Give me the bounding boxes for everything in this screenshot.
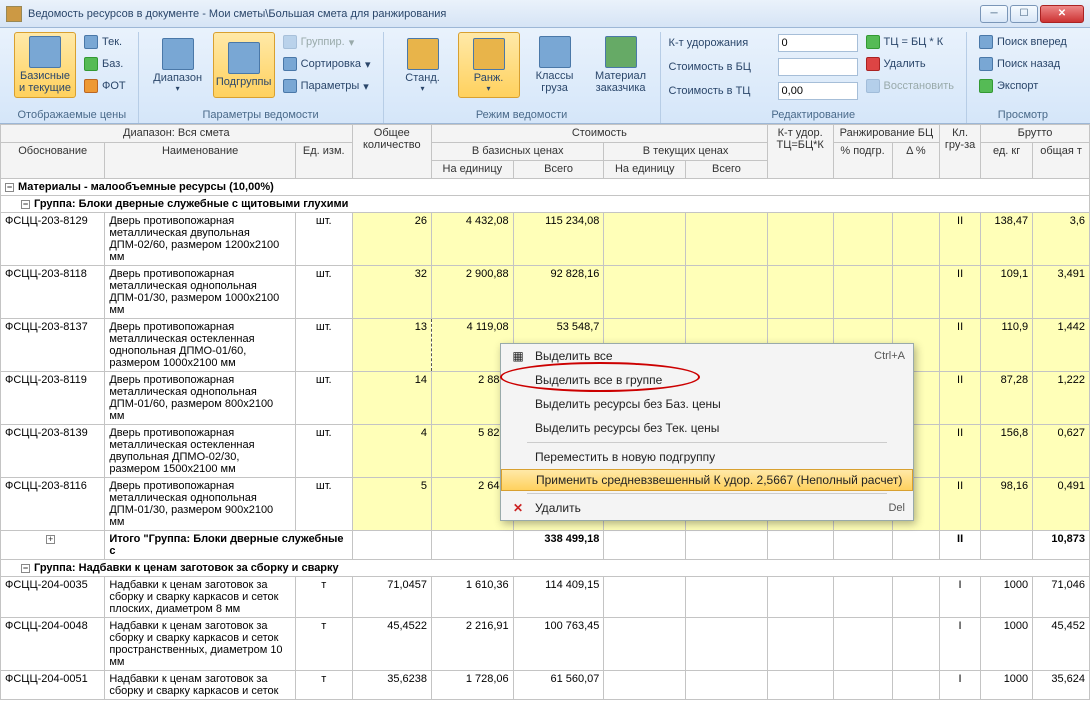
cost-bc-input[interactable] <box>778 58 858 76</box>
base-current-button[interactable]: Базисные и текущие <box>14 32 76 98</box>
table-row[interactable]: ФСЦЦ-204-0048Надбавки к ценам заготовок … <box>1 618 1090 671</box>
cost-tc-input[interactable] <box>778 82 858 100</box>
search-back-button[interactable]: Поиск назад <box>975 54 1071 74</box>
window-title: Ведомость ресурсов в документе - Мои сме… <box>28 8 980 20</box>
ribbon: Базисные и текущие Тек. Баз. ФОТ Отображ… <box>0 28 1090 124</box>
maximize-button[interactable]: ☐ <box>1010 5 1038 23</box>
sort-button[interactable]: Сортировка ▾ <box>279 54 375 74</box>
ctx-select-all-group[interactable]: Выделить все в группе <box>501 368 913 392</box>
restore-button[interactable]: Восстановить <box>862 76 958 96</box>
table-row[interactable]: ФСЦЦ-203-8129Дверь противопожарная метал… <box>1 213 1090 266</box>
delete-button[interactable]: Удалить <box>862 54 958 74</box>
tc-formula-button[interactable]: ТЦ = БЦ * К <box>862 32 958 52</box>
ctx-select-no-cur[interactable]: Выделить ресурсы без Тек. цены <box>501 416 913 440</box>
ctx-apply-kudor[interactable]: Применить средневзвешенный К удор. 2,566… <box>501 469 913 491</box>
params-button[interactable]: Параметры ▾ <box>279 76 375 96</box>
tek-checkbox[interactable]: Тек. <box>80 32 130 52</box>
standard-button[interactable]: Станд.▾ <box>392 32 454 98</box>
app-icon <box>6 6 22 22</box>
minimize-button[interactable]: ─ <box>980 5 1008 23</box>
ctx-select-no-base[interactable]: Выделить ресурсы без Баз. цены <box>501 392 913 416</box>
rank-button[interactable]: Ранж.▾ <box>458 32 520 98</box>
ribbon-group-label: Просмотр <box>975 107 1071 123</box>
close-button[interactable]: ✕ <box>1040 5 1084 23</box>
title-bar: Ведомость ресурсов в документе - Мои сме… <box>0 0 1090 28</box>
export-button[interactable]: Экспорт <box>975 76 1071 96</box>
baz-checkbox[interactable]: Баз. <box>80 54 130 74</box>
table-row[interactable]: ФСЦЦ-204-0035Надбавки к ценам заготовок … <box>1 577 1090 618</box>
ctx-select-all[interactable]: ▦Выделить всеCtrl+A <box>501 344 913 368</box>
fot-checkbox[interactable]: ФОТ <box>80 76 130 96</box>
search-forward-button[interactable]: Поиск вперед <box>975 32 1071 52</box>
cargo-class-button[interactable]: Классы груза <box>524 32 586 98</box>
context-menu: ▦Выделить всеCtrl+A Выделить все в групп… <box>500 343 914 521</box>
ribbon-group-label: Отображаемые цены <box>14 107 130 123</box>
ribbon-group-label: Параметры ведомости <box>147 107 375 123</box>
ctx-move-subgroup[interactable]: Переместить в новую подгруппу <box>501 445 913 469</box>
group-button[interactable]: Группир. ▾ <box>279 32 375 52</box>
ribbon-group-label: Редактирование <box>669 107 958 123</box>
subgroups-button[interactable]: Подгруппы <box>213 32 275 98</box>
ribbon-group-label: Режим ведомости <box>392 107 652 123</box>
kudor-input[interactable] <box>778 34 858 52</box>
table-row[interactable]: ФСЦЦ-204-0051Надбавки к ценам заготовок … <box>1 671 1090 700</box>
customer-material-button[interactable]: Материал заказчика <box>590 32 652 98</box>
table-row[interactable]: ФСЦЦ-203-8118Дверь противопожарная метал… <box>1 266 1090 319</box>
ctx-delete[interactable]: ✕УдалитьDel <box>501 496 913 520</box>
range-button[interactable]: Диапазон▾ <box>147 32 209 98</box>
